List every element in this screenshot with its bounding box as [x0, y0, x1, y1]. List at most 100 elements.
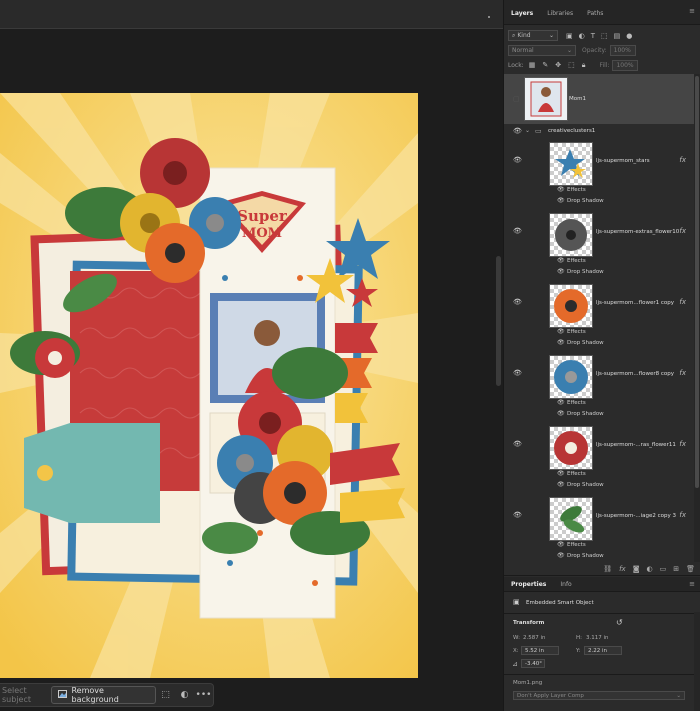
layers-scrollbar[interactable]: [694, 74, 700, 562]
effect-eye-icon[interactable]: 👁︎: [557, 552, 565, 559]
properties-scrollbar[interactable]: [694, 612, 700, 711]
layer-row-stars[interactable]: 👁︎ ljs-supermom_stars fx 👁︎ Effects 👁︎ D…: [504, 140, 694, 208]
right-panel: Layers Libraries Paths ≡ ⌕ Kind ⌄ ▣ ◐ T …: [503, 0, 700, 711]
effect-eye-icon[interactable]: 👁︎: [557, 197, 565, 204]
effect-eye-icon[interactable]: 👁︎: [557, 470, 565, 477]
filter-smart-object-icon[interactable]: ▤: [614, 32, 621, 40]
eye-icon[interactable]: 👁︎: [513, 440, 522, 448]
more-options-icon[interactable]: •••: [194, 690, 213, 700]
fill-input[interactable]: 100%: [612, 60, 639, 71]
eye-icon[interactable]: 👁︎: [513, 227, 522, 235]
panel-menu-icon[interactable]: ≡: [689, 7, 695, 15]
reset-transform-icon[interactable]: ↺: [616, 618, 623, 627]
fx-icon[interactable]: fx: [679, 156, 686, 164]
lock-artboard-icon[interactable]: ⬚: [568, 61, 575, 70]
effect-eye-icon[interactable]: 👁︎: [557, 328, 565, 335]
tab-layers[interactable]: Layers: [504, 10, 540, 24]
eye-icon[interactable]: 👁︎: [513, 127, 522, 135]
layer-comp-select[interactable]: Don't Apply Layer Comp ⌄: [513, 691, 685, 700]
layer-row-flower1[interactable]: 👁︎ ljs-supermom...flower1 copy fx 👁︎ Eff…: [504, 282, 694, 350]
filter-shape-icon[interactable]: ⬚: [601, 32, 608, 40]
chevron-down-icon: ⌄: [676, 692, 681, 699]
canvas-vertical-scrollbar[interactable]: [496, 256, 501, 386]
angle-input[interactable]: -3.40°: [521, 659, 545, 668]
layer-row-flower10[interactable]: 👁︎ ljs-supermom-extras_flower10 fx 👁︎ Ef…: [504, 211, 694, 279]
tab-info[interactable]: Info: [553, 581, 578, 588]
effect-eye-icon[interactable]: 👁︎: [557, 268, 565, 275]
layer-row-group[interactable]: 👁︎ ⌄ ▭ creativeclusters1: [504, 124, 694, 138]
mask-add-icon[interactable]: ◙: [633, 565, 640, 573]
adjustment-icon[interactable]: ◐: [175, 690, 194, 700]
eye-icon[interactable]: 👁︎: [513, 298, 522, 306]
x-label: X:: [513, 648, 519, 654]
chevron-down-icon[interactable]: ⌄: [525, 127, 530, 134]
effect-eye-icon[interactable]: 👁︎: [557, 399, 565, 406]
opacity-label: Opacity:: [582, 47, 607, 54]
filter-pixel-icon[interactable]: ▣: [566, 32, 573, 40]
effect-eye-icon[interactable]: 👁︎: [557, 541, 565, 548]
effect-eye-icon[interactable]: 👁︎: [557, 339, 565, 346]
drop-shadow-label: Drop Shadow: [567, 482, 604, 488]
layer-row-mom1[interactable]: ▢ Mom1: [504, 74, 694, 124]
fx-icon[interactable]: fx: [679, 511, 686, 519]
document-canvas[interactable]: Super MOM: [0, 93, 418, 678]
lock-all-icon[interactable]: 🔒︎: [582, 61, 586, 70]
h-value[interactable]: 3.117 in: [586, 635, 609, 641]
fx-icon[interactable]: fx: [679, 298, 686, 306]
layer-row-foliage2[interactable]: 👁︎ ljs-supermom-...iage2 copy 3 fx 👁︎ Ef…: [504, 495, 694, 562]
filter-type-icon[interactable]: T: [591, 32, 595, 40]
lock-transparent-icon[interactable]: ▦: [529, 61, 536, 70]
opacity-input[interactable]: 100%: [609, 45, 636, 56]
remove-background-label: Remove background: [71, 686, 119, 704]
fx-add-icon[interactable]: fx: [619, 565, 626, 573]
mask-icon[interactable]: ⬚: [156, 690, 175, 700]
eye-icon[interactable]: 👁︎: [513, 369, 522, 377]
layer-thumbnail: [549, 213, 593, 257]
remove-background-button[interactable]: Remove background: [51, 686, 157, 704]
w-label: W:: [513, 635, 520, 641]
lock-label: Lock:: [508, 62, 524, 69]
filter-kind-select[interactable]: ⌕ Kind ⌄: [508, 30, 558, 41]
fx-icon[interactable]: fx: [679, 227, 686, 235]
eye-icon[interactable]: 👁︎: [513, 511, 522, 519]
blend-mode-select[interactable]: Normal ⌄: [508, 45, 576, 56]
properties-menu-icon[interactable]: ≡: [689, 580, 695, 588]
adjustment-add-icon[interactable]: ◐: [647, 565, 653, 573]
layers-list: ▢ Mom1 👁︎ ⌄ ▭ creativeclusters1 👁︎ ljs-s…: [504, 74, 694, 562]
tab-paths[interactable]: Paths: [580, 10, 610, 24]
filter-toggle-icon[interactable]: ●: [626, 32, 632, 40]
effect-eye-icon[interactable]: 👁︎: [557, 410, 565, 417]
effect-eye-icon[interactable]: 👁︎: [557, 481, 565, 488]
layer-row-flower8[interactable]: 👁︎ ljs-supermom...flower8 copy fx 👁︎ Eff…: [504, 353, 694, 421]
lock-position-icon[interactable]: ✥: [555, 61, 561, 70]
trash-icon[interactable]: 🗑︎: [686, 565, 695, 573]
y-input[interactable]: 2.22 in: [584, 646, 622, 655]
folder-add-icon[interactable]: ▭: [660, 565, 667, 573]
layer-row-flower11[interactable]: 👁︎ ljs-supermom-...ras_flower11 fx 👁︎ Ef…: [504, 424, 694, 492]
filter-adjustment-icon[interactable]: ◐: [579, 32, 585, 40]
fx-icon[interactable]: fx: [679, 369, 686, 377]
canvas-area[interactable]: Super MOM Select subject Remove backgrou…: [0, 0, 503, 711]
tab-libraries[interactable]: Libraries: [540, 10, 580, 24]
select-subject-button[interactable]: Select subject: [0, 686, 49, 704]
layers-scroll-thumb[interactable]: [695, 76, 699, 488]
effect-eye-icon[interactable]: 👁︎: [557, 186, 565, 193]
link-icon[interactable]: ⛓︎: [603, 565, 612, 573]
divider: [504, 613, 694, 614]
image-icon: [58, 690, 68, 700]
divider: [504, 674, 694, 675]
lock-brush-icon[interactable]: ✎: [542, 61, 548, 70]
tab-properties[interactable]: Properties: [504, 581, 553, 588]
blend-row: Normal ⌄ Opacity: 100%: [508, 45, 636, 56]
x-input[interactable]: 5.52 in: [521, 646, 559, 655]
blend-mode-value: Normal: [512, 47, 534, 54]
folder-icon: ▭: [535, 127, 542, 135]
visibility-toggle[interactable]: ▢: [513, 95, 520, 103]
eye-icon[interactable]: 👁︎: [513, 156, 522, 164]
fx-icon[interactable]: fx: [679, 440, 686, 448]
new-layer-icon[interactable]: ⊞: [673, 565, 679, 573]
layer-name: ljs-supermom-...iage2 copy 3: [596, 513, 677, 519]
effect-eye-icon[interactable]: 👁︎: [557, 257, 565, 264]
file-name: Mom1.png: [513, 680, 543, 686]
w-value[interactable]: 2.587 in: [523, 635, 546, 641]
